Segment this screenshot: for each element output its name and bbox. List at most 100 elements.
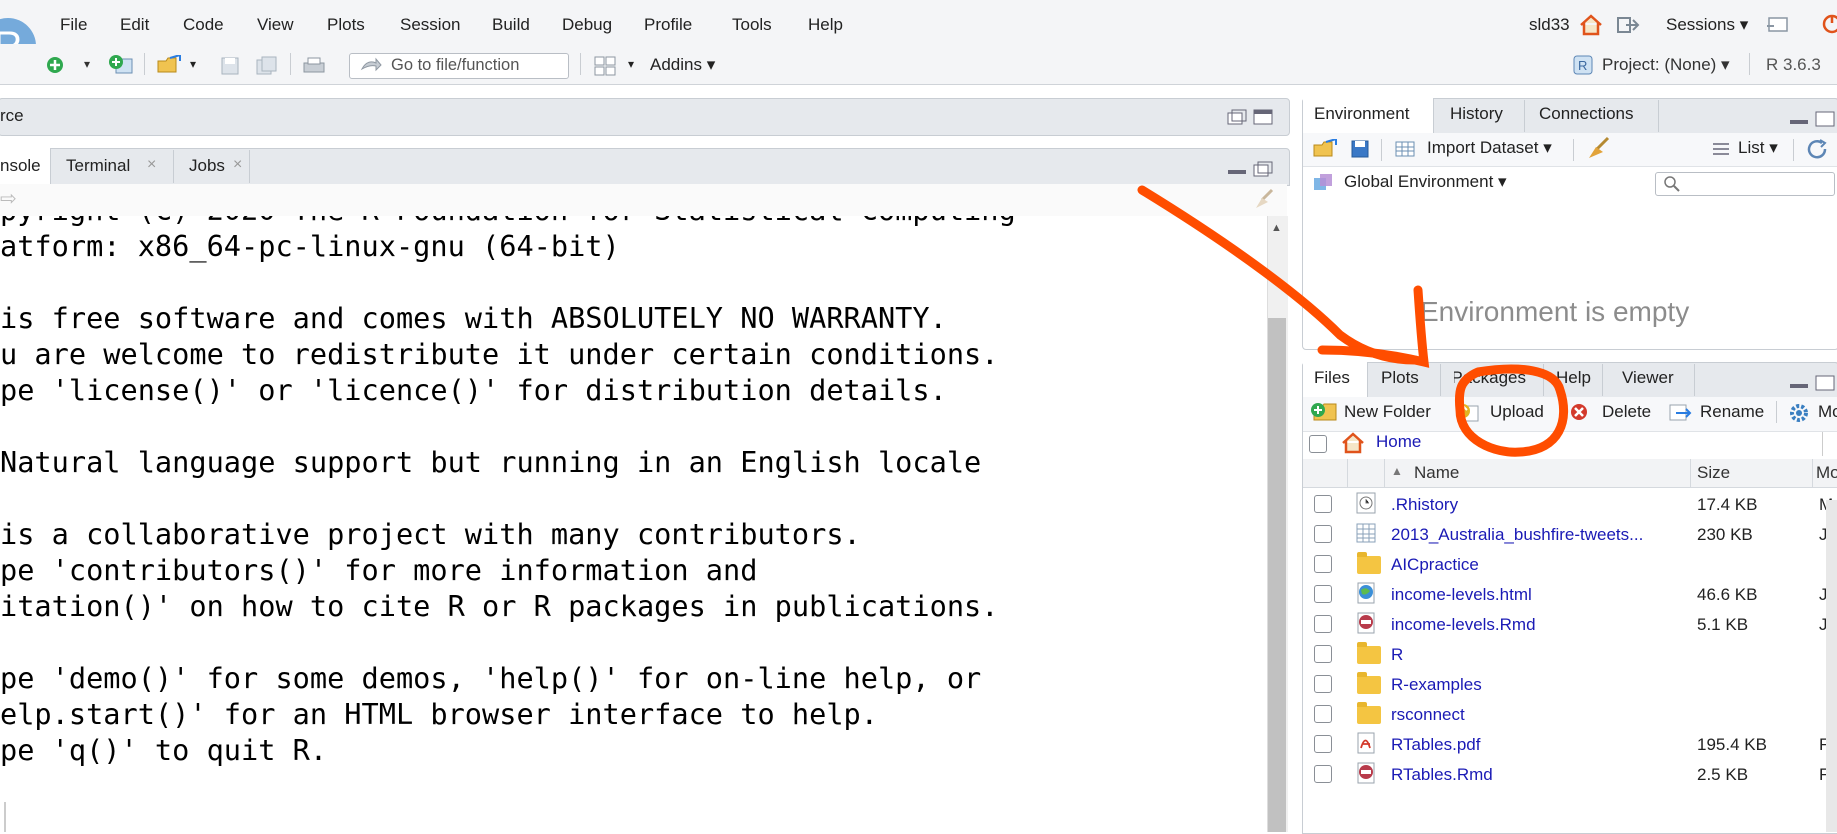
workspace-panes-dropdown-icon[interactable]: ▾: [628, 57, 634, 71]
console-scrollbar-thumb[interactable]: [1268, 318, 1286, 832]
sessions-menu[interactable]: Sessions ▾: [1666, 15, 1748, 35]
refresh-icon[interactable]: [1806, 138, 1830, 160]
tab-help[interactable]: Help: [1556, 368, 1591, 388]
save-icon[interactable]: [220, 56, 240, 76]
tab-viewer[interactable]: Viewer: [1622, 368, 1674, 388]
tab-environment-label[interactable]: Environment: [1314, 104, 1409, 124]
new-folder-icon[interactable]: [1310, 401, 1340, 423]
column-name[interactable]: Name: [1414, 463, 1459, 483]
save-all-icon[interactable]: [256, 56, 278, 76]
file-list-scrollbar[interactable]: [1826, 500, 1837, 832]
scroll-up-arrow-icon[interactable]: ▲: [1271, 222, 1282, 234]
file-name-link[interactable]: RTables.Rmd: [1391, 765, 1493, 785]
new-file-dropdown-icon[interactable]: ▾: [84, 57, 90, 71]
menu-profile[interactable]: Profile: [644, 15, 692, 35]
row-checkbox[interactable]: [1314, 705, 1332, 723]
file-name-link[interactable]: AICpractice: [1391, 555, 1479, 575]
more-menu[interactable]: Mo: [1818, 402, 1837, 422]
print-icon[interactable]: [302, 56, 326, 76]
column-modified[interactable]: Mo: [1816, 463, 1837, 483]
import-dataset-button[interactable]: Import Dataset ▾: [1427, 138, 1552, 158]
new-folder-button[interactable]: New Folder: [1344, 402, 1431, 422]
minimize-maximize-icon[interactable]: [1226, 160, 1276, 178]
new-file-icon[interactable]: [46, 56, 64, 74]
tab-history[interactable]: History: [1450, 104, 1503, 124]
row-checkbox[interactable]: [1314, 675, 1332, 693]
import-dataset-icon[interactable]: [1394, 139, 1420, 159]
menu-edit[interactable]: Edit: [120, 15, 149, 35]
upload-icon[interactable]: [1456, 403, 1480, 423]
row-checkbox[interactable]: [1314, 525, 1332, 543]
close-icon[interactable]: ×: [233, 156, 242, 174]
delete-icon[interactable]: [1569, 402, 1589, 422]
tab-connections[interactable]: Connections: [1539, 104, 1634, 124]
tab-plots[interactable]: Plots: [1381, 368, 1419, 388]
gear-icon[interactable]: [1788, 402, 1810, 424]
go-to-file-input[interactable]: Go to file/function: [349, 53, 569, 79]
menu-file[interactable]: File: [60, 15, 87, 35]
workspace-panes-icon[interactable]: [594, 56, 616, 76]
menu-build[interactable]: Build: [492, 15, 530, 35]
row-checkbox[interactable]: [1314, 555, 1332, 573]
global-environment-dropdown[interactable]: Global Environment ▾: [1344, 172, 1507, 192]
tab-files-label[interactable]: Files: [1314, 368, 1350, 388]
breadcrumb-overflow[interactable]: [1822, 432, 1837, 456]
new-project-icon[interactable]: [108, 54, 134, 76]
clear-console-broom-icon[interactable]: [1252, 188, 1280, 210]
menu-session[interactable]: Session: [400, 15, 460, 35]
menu-tools[interactable]: Tools: [732, 15, 772, 35]
minimize-maximize-icon[interactable]: [1788, 110, 1837, 128]
file-name-link[interactable]: R-examples: [1391, 675, 1482, 695]
file-name-link[interactable]: R: [1391, 645, 1403, 665]
power-icon[interactable]: [1822, 14, 1837, 34]
menu-plots[interactable]: Plots: [327, 15, 365, 35]
open-file-dropdown-icon[interactable]: ▾: [190, 57, 196, 71]
home-icon[interactable]: [1578, 13, 1604, 37]
select-all-checkbox[interactable]: [1309, 435, 1327, 453]
tab-terminal-label[interactable]: Terminal: [66, 156, 130, 176]
clear-objects-broom-icon[interactable]: [1586, 136, 1612, 160]
rename-button[interactable]: Rename: [1700, 402, 1764, 422]
r-version-label[interactable]: R 3.6.3: [1766, 55, 1821, 75]
tab-jobs-label[interactable]: Jobs: [189, 156, 225, 176]
list-view-menu[interactable]: List ▾: [1738, 138, 1778, 158]
upload-button[interactable]: Upload: [1490, 402, 1544, 422]
menu-debug[interactable]: Debug: [562, 15, 612, 35]
row-checkbox[interactable]: [1314, 645, 1332, 663]
project-menu[interactable]: Project: (None) ▾: [1602, 55, 1730, 75]
sign-out-icon[interactable]: [1616, 15, 1640, 35]
environment-search-input[interactable]: [1655, 172, 1835, 196]
column-size[interactable]: Size: [1697, 463, 1730, 483]
tab-packages[interactable]: Packages: [1454, 368, 1526, 388]
breadcrumb-home[interactable]: Home: [1376, 432, 1421, 452]
quit-session-icon[interactable]: [1766, 16, 1790, 34]
file-name-link[interactable]: rsconnect: [1391, 705, 1465, 725]
file-name-link[interactable]: .Rhistory: [1391, 495, 1458, 515]
file-name-link[interactable]: RTables.pdf: [1391, 735, 1480, 755]
menu-view[interactable]: View: [257, 15, 294, 35]
rename-icon[interactable]: [1668, 402, 1692, 422]
menu-code[interactable]: Code: [183, 15, 224, 35]
row-checkbox[interactable]: [1314, 765, 1332, 783]
list-view-icon[interactable]: [1712, 142, 1730, 156]
load-workspace-icon[interactable]: [1312, 139, 1340, 159]
row-checkbox[interactable]: [1314, 735, 1332, 753]
home-icon[interactable]: [1340, 431, 1366, 455]
close-icon[interactable]: ×: [147, 156, 156, 174]
file-name-link[interactable]: income-levels.html: [1391, 585, 1532, 605]
menu-help[interactable]: Help: [808, 15, 843, 35]
row-checkbox[interactable]: [1314, 585, 1332, 603]
file-name-link[interactable]: 2013_Australia_bushfire-tweets...: [1391, 525, 1643, 545]
restore-maximize-icon[interactable]: [1226, 108, 1276, 126]
row-checkbox[interactable]: [1314, 495, 1332, 513]
file-name-link[interactable]: income-levels.Rmd: [1391, 615, 1536, 635]
console-output[interactable]: pyright (C) 2020 The R Foundation for St…: [0, 216, 1267, 832]
row-checkbox[interactable]: [1314, 615, 1332, 633]
minimize-maximize-icon[interactable]: [1788, 374, 1837, 392]
source-pane-title[interactable]: rce: [0, 106, 24, 126]
save-workspace-icon[interactable]: [1350, 139, 1370, 159]
addins-menu[interactable]: Addins ▾: [650, 55, 715, 75]
open-file-icon[interactable]: [156, 55, 184, 75]
delete-button[interactable]: Delete: [1602, 402, 1651, 422]
tab-console-label[interactable]: nsole: [0, 156, 41, 176]
